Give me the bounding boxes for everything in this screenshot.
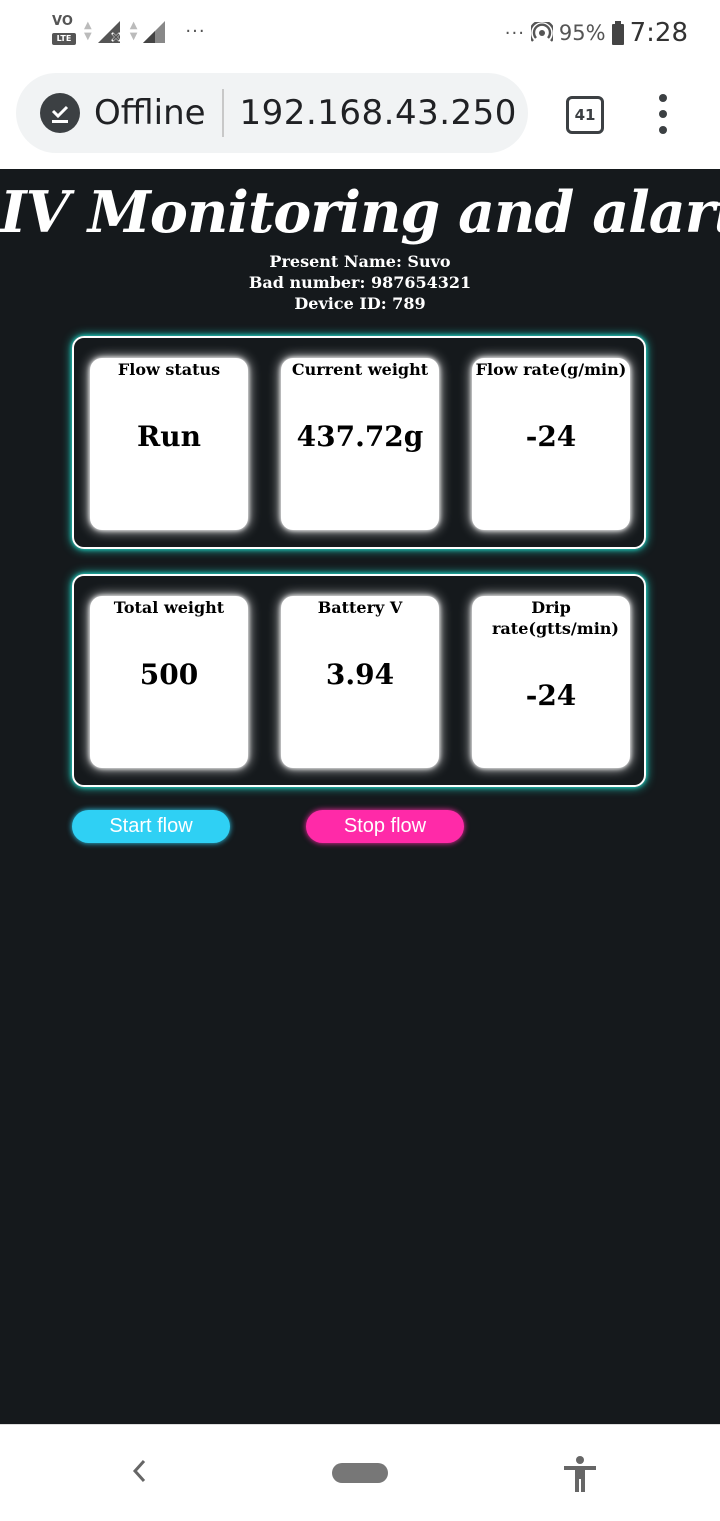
volte-label: VO: [52, 14, 73, 29]
browser-menu-icon[interactable]: [655, 94, 671, 134]
card-value: -24: [525, 679, 577, 712]
drip-rate-card: Drip rate(gtts/min) -24: [472, 596, 630, 768]
more-notifications-icon: ···: [185, 20, 206, 42]
card-label: Current weight: [291, 360, 429, 379]
status-panel-1: Flow status Run Current weight 437.72g F…: [72, 336, 646, 549]
patient-info: Present Name: Suvo Bad number: 987654321…: [0, 251, 720, 314]
battery-icon: [611, 21, 624, 45]
omnibox[interactable]: Offline 192.168.43.250: [16, 73, 528, 153]
offline-check-icon[interactable]: [40, 93, 80, 133]
lte-label: LTE: [52, 33, 76, 45]
tab-switcher-button[interactable]: 41: [566, 96, 604, 134]
card-label: Drip rate(gtts/min): [492, 598, 619, 638]
more-status-icon: ···: [504, 22, 525, 44]
data-arrows-icon: ▲ ▼: [84, 20, 92, 42]
status-panel-2: Total weight 500 Battery V 3.94 Drip rat…: [72, 574, 646, 787]
battery-voltage-card: Battery V 3.94: [281, 596, 439, 768]
offline-label: Offline: [94, 93, 206, 133]
flow-status-card: Flow status Run: [90, 358, 248, 530]
device-id: Device ID: 789: [294, 294, 426, 313]
flow-rate-card: Flow rate(g/min) -24: [472, 358, 630, 530]
total-weight-card: Total weight 500: [90, 596, 248, 768]
accessibility-icon[interactable]: [562, 1455, 598, 1493]
system-nav-bar: [0, 1424, 720, 1521]
patient-name: Present Name: Suvo: [269, 252, 451, 271]
status-right: ··· 95% 7:28: [495, 16, 688, 50]
battery-percent: 95%: [558, 21, 606, 45]
omnibox-divider: [221, 89, 224, 137]
signal-icon: [143, 21, 166, 43]
card-value: 437.72g: [296, 420, 424, 453]
card-label: Battery V: [317, 598, 403, 617]
url-text[interactable]: 192.168.43.250: [240, 93, 517, 133]
card-label: Flow rate(g/min): [475, 360, 627, 379]
status-left: VO LTE ▲ ▼ ▲ ▼ ···: [50, 14, 206, 48]
card-value: -24: [525, 420, 577, 453]
bed-number: Bad number: 987654321: [248, 273, 472, 292]
clock: 7:28: [629, 18, 688, 48]
current-weight-card: Current weight 437.72g: [281, 358, 439, 530]
signal-no-data-icon: [97, 21, 121, 43]
web-page: IV Monitoring and alart Present Name: Su…: [0, 169, 720, 1424]
card-label: Total weight: [113, 598, 225, 617]
page-title: IV Monitoring and alart: [0, 179, 720, 246]
card-value: 500: [139, 658, 199, 691]
start-flow-button[interactable]: Start flow: [72, 810, 230, 843]
hotspot-icon: [530, 22, 553, 42]
status-bar: VO LTE ▲ ▼ ▲ ▼ ··· ··· 95% 7:28: [0, 0, 720, 66]
volte-icon: VO LTE: [50, 14, 78, 48]
card-label: Flow status: [117, 360, 221, 379]
home-pill-icon[interactable]: [332, 1463, 388, 1483]
back-icon[interactable]: [128, 1455, 150, 1487]
browser-toolbar: Offline 192.168.43.250 41: [0, 66, 720, 169]
card-value: Run: [137, 420, 201, 453]
data-arrows-icon-2: ▲ ▼: [129, 20, 138, 42]
stop-flow-button[interactable]: Stop flow: [306, 810, 464, 843]
card-value: 3.94: [325, 658, 395, 691]
